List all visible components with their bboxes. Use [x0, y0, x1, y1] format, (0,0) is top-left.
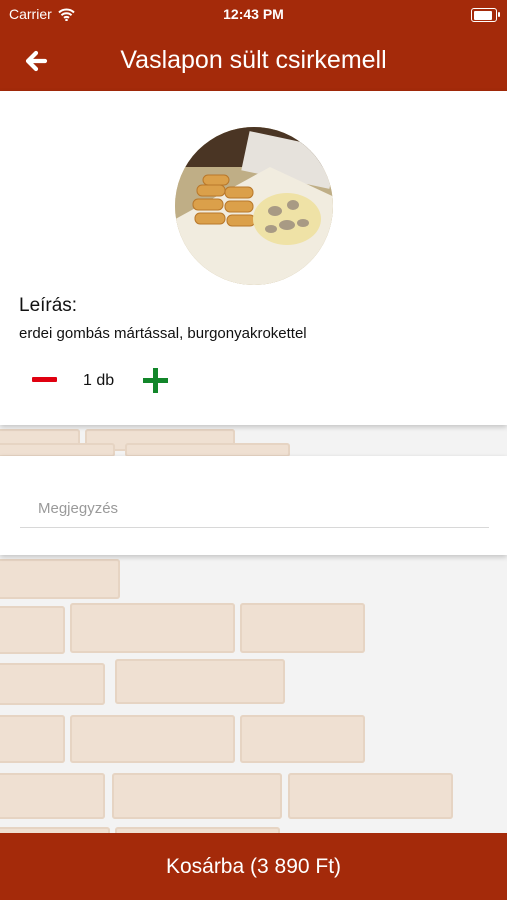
add-to-cart-label: Kosárba (3 890 Ft)	[165, 854, 342, 878]
note-card	[0, 456, 507, 555]
navigation-bar: Vaslapon sült csirkemell	[0, 30, 507, 91]
add-to-cart-button[interactable]: Kosárba (3 890 Ft)	[0, 833, 507, 900]
dish-photo	[175, 127, 333, 285]
description-label: Leírás:	[19, 295, 78, 316]
description-text: erdei gombás mártással, burgonyakrokette…	[19, 325, 307, 342]
decrease-quantity-button[interactable]	[32, 369, 58, 391]
item-details-card: Leírás: erdei gombás mártással, burgonya…	[0, 91, 507, 425]
note-input[interactable]	[20, 490, 489, 528]
clock: 12:43 PM	[223, 6, 284, 22]
increase-quantity-button[interactable]	[143, 368, 169, 394]
quantity-value: 1 db	[83, 372, 115, 389]
battery-icon	[471, 8, 500, 22]
battery-level	[473, 10, 492, 20]
status-bar: Carrier 12:43 PM	[0, 0, 507, 30]
page-title: Vaslapon sült csirkemell	[120, 46, 387, 74]
